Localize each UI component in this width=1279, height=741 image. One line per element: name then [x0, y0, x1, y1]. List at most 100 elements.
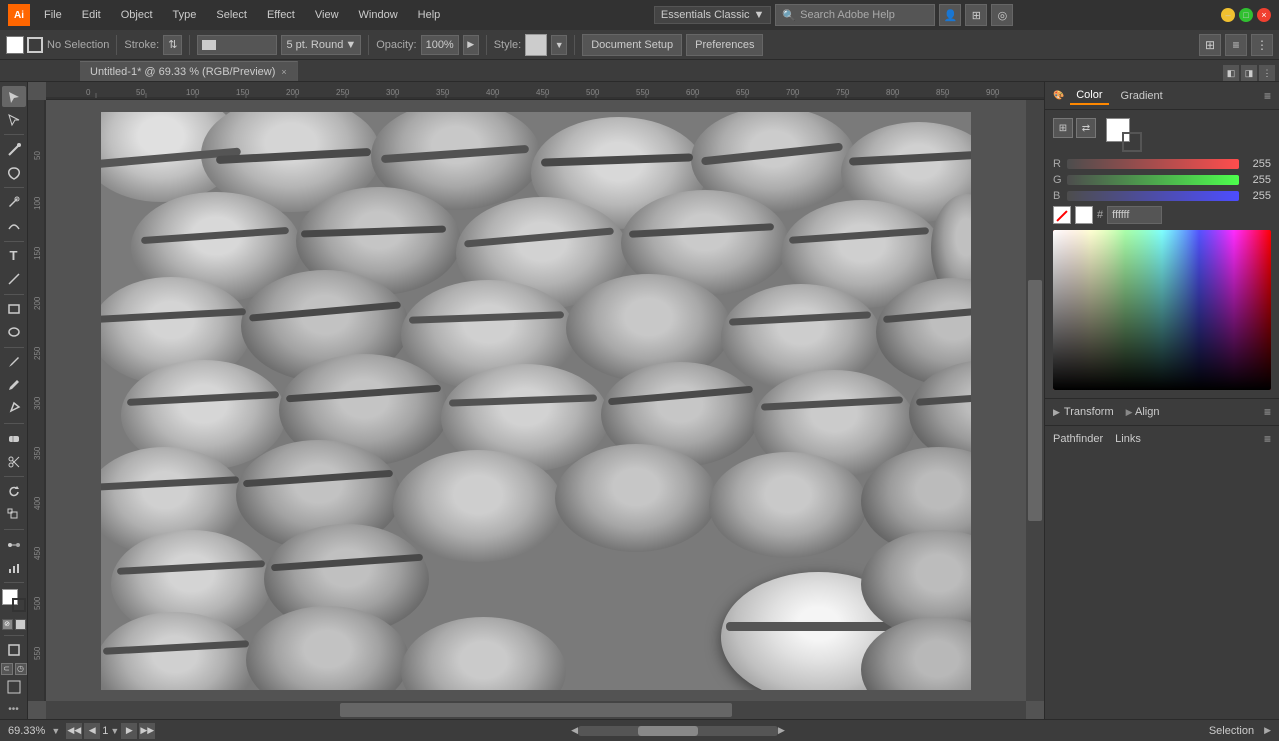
- zoom-arrow-icon[interactable]: ▼: [51, 726, 60, 736]
- align-icon-2[interactable]: ≡: [1225, 34, 1247, 56]
- style-dropdown[interactable]: ▼: [551, 35, 567, 55]
- nav-first-button[interactable]: ◀◀: [66, 723, 82, 739]
- transform-section-header[interactable]: ▶ Transform ▶ Align ≡: [1045, 399, 1279, 425]
- direct-selection-tool[interactable]: [2, 109, 26, 130]
- menu-type[interactable]: Type: [167, 7, 203, 23]
- menu-effect[interactable]: Effect: [261, 7, 301, 23]
- document-tab-close[interactable]: ×: [281, 67, 286, 77]
- opacity-expand-button[interactable]: ▶: [463, 35, 479, 55]
- nav-next-button[interactable]: ▶: [121, 723, 137, 739]
- scroll-left-icon[interactable]: ◀: [571, 725, 578, 736]
- page-arrow-icon[interactable]: ▼: [110, 726, 119, 736]
- stroke-color-swatch[interactable]: [12, 598, 26, 612]
- svg-text:200: 200: [33, 296, 42, 310]
- align-icon-1[interactable]: ⊞: [1199, 34, 1221, 56]
- preferences-button[interactable]: Preferences: [686, 34, 763, 56]
- scissors-tool[interactable]: [2, 451, 26, 472]
- canvas-content[interactable]: [46, 100, 1026, 701]
- swap-colors-icon[interactable]: ⇄: [1076, 118, 1096, 138]
- menu-window[interactable]: Window: [353, 7, 404, 23]
- scroll-thumb-vertical[interactable]: [1028, 280, 1042, 520]
- scrollbar-right[interactable]: [1026, 100, 1044, 701]
- rotate-tool[interactable]: [2, 481, 26, 502]
- scroll-right-icon[interactable]: ▶: [778, 725, 785, 736]
- draw-behind-icon[interactable]: ◷: [15, 663, 27, 675]
- style-swatch[interactable]: [525, 34, 547, 56]
- scrollbar-bottom[interactable]: [46, 701, 1026, 719]
- change-screen-mode[interactable]: [2, 677, 26, 698]
- document-setup-button[interactable]: Document Setup: [582, 34, 682, 56]
- stroke-arrows[interactable]: ⇅: [163, 35, 182, 55]
- rectangle-tool[interactable]: [2, 299, 26, 320]
- arrange-panels-icon[interactable]: ⊞: [965, 4, 987, 26]
- align-icon-3[interactable]: ⋮: [1251, 34, 1273, 56]
- tool-separator-2: [4, 187, 24, 188]
- maximize-button[interactable]: □: [1239, 8, 1253, 22]
- menu-object[interactable]: Object: [115, 7, 159, 23]
- menu-help[interactable]: Help: [412, 7, 447, 23]
- fill-swatch[interactable]: [6, 36, 24, 54]
- document-tab[interactable]: Untitled-1* @ 69.33 % (RGB/Preview) ×: [80, 61, 298, 81]
- search-bar[interactable]: 🔍 Search Adobe Help: [775, 4, 935, 26]
- scroll-thumb-horizontal[interactable]: [340, 703, 732, 717]
- menu-select[interactable]: Select: [210, 7, 253, 23]
- color-spectrum[interactable]: [1053, 230, 1271, 390]
- ellipse-tool[interactable]: [2, 322, 26, 343]
- scale-tool[interactable]: [2, 504, 26, 525]
- panels-right-icon[interactable]: ◨: [1241, 65, 1257, 81]
- opacity-value-field[interactable]: 100%: [421, 35, 459, 55]
- g-slider[interactable]: [1067, 175, 1239, 185]
- white-fill-icon[interactable]: [1075, 206, 1093, 224]
- paintbrush-tool[interactable]: [2, 352, 26, 373]
- tab-options-icon[interactable]: ⋮: [1259, 65, 1275, 81]
- tab-bar: Untitled-1* @ 69.33 % (RGB/Preview) × ◧ …: [0, 60, 1279, 82]
- adobe-account-icon[interactable]: 👤: [939, 4, 961, 26]
- status-arrow-icon[interactable]: ▶: [1264, 725, 1271, 736]
- gradient-tab[interactable]: Gradient: [1115, 88, 1169, 104]
- lasso-tool[interactable]: [2, 162, 26, 183]
- close-button[interactable]: ×: [1257, 8, 1271, 22]
- no-fill-icon[interactable]: [1053, 206, 1071, 224]
- shaper-tool[interactable]: [2, 398, 26, 419]
- pen-tool[interactable]: [2, 192, 26, 213]
- color-panel-menu-icon[interactable]: ≡: [1264, 89, 1271, 103]
- b-slider[interactable]: [1067, 191, 1239, 201]
- type-tool[interactable]: T: [2, 245, 26, 266]
- nav-last-button[interactable]: ▶▶: [139, 723, 155, 739]
- color-tab[interactable]: Color: [1070, 87, 1108, 105]
- line-segment-tool[interactable]: [2, 269, 26, 290]
- pathfinder-section-header[interactable]: Pathfinder Links ≡: [1045, 426, 1279, 452]
- more-tools[interactable]: •••: [8, 704, 19, 715]
- column-graph-tool[interactable]: [2, 557, 26, 578]
- blend-tool[interactable]: [2, 534, 26, 555]
- canvas-area[interactable]: 0 50 100 150 200 250 300 350 400 450 500…: [28, 82, 1044, 719]
- color-icon[interactable]: □: [15, 619, 26, 630]
- draw-mode[interactable]: [2, 640, 26, 661]
- workspace-switcher[interactable]: Essentials Classic ▼: [654, 6, 772, 24]
- discover-icon[interactable]: ◎: [991, 4, 1013, 26]
- nav-prev-button[interactable]: ◀: [84, 723, 100, 739]
- minimize-button[interactable]: –: [1221, 8, 1235, 22]
- panels-left-icon[interactable]: ◧: [1223, 65, 1239, 81]
- curvature-tool[interactable]: [2, 215, 26, 236]
- pencil-tool[interactable]: [2, 375, 26, 396]
- menu-view[interactable]: View: [309, 7, 345, 23]
- artboard[interactable]: [101, 112, 971, 690]
- stroke-swatch[interactable]: [27, 37, 43, 53]
- svg-text:900: 900: [986, 88, 1000, 97]
- selection-tool[interactable]: [2, 86, 26, 107]
- menu-edit[interactable]: Edit: [76, 7, 107, 23]
- hex-input[interactable]: [1107, 206, 1162, 224]
- pathfinder-menu-icon[interactable]: ≡: [1264, 432, 1271, 446]
- stroke-swatch-large[interactable]: [1122, 132, 1142, 152]
- menu-file[interactable]: File: [38, 7, 68, 23]
- magic-wand-tool[interactable]: [2, 139, 26, 160]
- eraser-tool[interactable]: [2, 428, 26, 449]
- none-icon[interactable]: ⊘: [2, 619, 13, 630]
- draw-inside-icon[interactable]: ⊂: [1, 663, 13, 675]
- stroke-weight-dropdown[interactable]: 5 pt. Round ▼: [281, 35, 361, 55]
- r-slider[interactable]: [1067, 159, 1239, 169]
- status-scrollbar[interactable]: [578, 726, 778, 736]
- transform-menu-icon[interactable]: ≡: [1264, 405, 1271, 419]
- rgb-mode-icon[interactable]: ⊞: [1053, 118, 1073, 138]
